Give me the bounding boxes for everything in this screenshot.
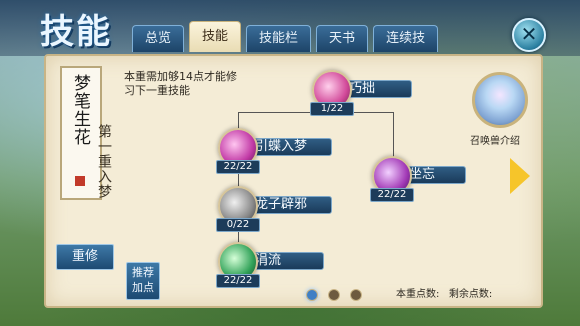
- points-info: 本重点数: 剩余点数:: [396, 285, 492, 300]
- pet-portrait-icon[interactable]: [472, 72, 528, 128]
- tree-connector: [238, 112, 239, 129]
- tab-combo[interactable]: 连续技: [373, 25, 439, 52]
- skill-level: 22/22: [370, 188, 414, 202]
- window-title: 技能: [40, 12, 112, 52]
- skill-bar: 龙子辟邪: [246, 196, 332, 214]
- skill-level: 0/22: [216, 218, 260, 232]
- book-title: 梦笔生花: [70, 74, 90, 146]
- skill-bar: 引蝶入梦: [246, 138, 332, 156]
- reset-button[interactable]: 重修: [56, 244, 114, 270]
- hint-text: 本重需加够14点才能修习下一重技能: [124, 70, 237, 97]
- seal-icon: [75, 176, 85, 186]
- skill-level: 22/22: [216, 274, 260, 288]
- this-points-label: 本重点数:: [396, 289, 440, 300]
- tree-connector: [393, 112, 394, 158]
- tab-bar: 总览 技能 技能栏 天书 连续技: [132, 21, 439, 52]
- tab-heavenly-book[interactable]: 天书: [316, 25, 369, 52]
- close-icon[interactable]: ✕: [512, 18, 546, 52]
- skill-level: 22/22: [216, 160, 260, 174]
- tab-skill-bar[interactable]: 技能栏: [246, 25, 312, 52]
- skill-level: 1/22: [310, 102, 354, 116]
- tab-skills[interactable]: 技能: [189, 21, 242, 52]
- page-dot[interactable]: [350, 289, 362, 301]
- chevron-right-icon[interactable]: [510, 158, 530, 194]
- remain-points-label: 剩余点数:: [448, 289, 493, 300]
- tab-overview[interactable]: 总览: [132, 25, 185, 52]
- pet-intro-label[interactable]: 召唤兽介绍: [470, 132, 520, 147]
- page-dot[interactable]: [328, 289, 340, 301]
- recommend-points-button[interactable]: 推荐加点: [126, 262, 160, 300]
- page-dot[interactable]: [306, 289, 318, 301]
- pagination: [306, 289, 362, 301]
- stage-label: 第一重入梦: [96, 124, 112, 199]
